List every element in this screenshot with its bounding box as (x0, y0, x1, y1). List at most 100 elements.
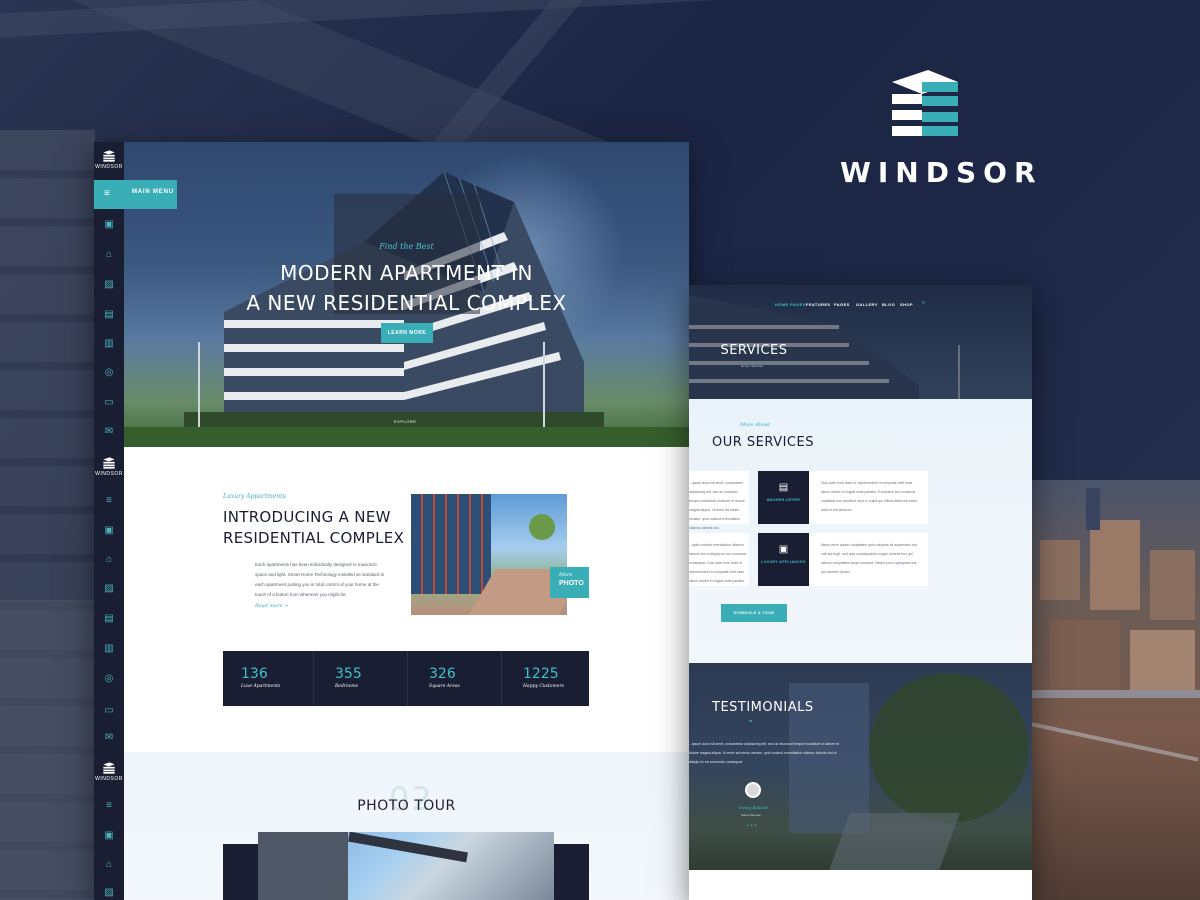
clipboard-icon[interactable]: ▤ (102, 308, 116, 322)
photo-tour-title: PHOTO TOUR (357, 798, 456, 814)
quote-icon: ” (749, 719, 753, 730)
windsor-logo-icon (892, 70, 958, 136)
photo-tour-section: 02 PHOTO TOUR (124, 752, 689, 900)
user-icon[interactable]: ◎ (102, 366, 116, 380)
service-card: ...aptic nostrud exercitation ullamco la… (689, 533, 749, 586)
service-label: LUXURY APPLIANCES (761, 560, 806, 564)
intro-title: INTRODUCING A NEW RESIDENTIAL COMPLEX (223, 507, 404, 549)
brand-name: WINDSOR (840, 156, 1043, 189)
image-icon[interactable]: ▨ (102, 886, 116, 900)
nav-blog[interactable]: BLOG (882, 302, 895, 307)
testimonials-title: TESTIMONIALS (712, 700, 814, 715)
explore-link[interactable]: EXPLORE (394, 419, 416, 424)
breadcrumb: Home / Services (741, 364, 764, 368)
film-icon[interactable]: ▥ (102, 642, 116, 656)
more-photo-button[interactable]: More PHOTO (550, 567, 589, 598)
testimonial-quote: ...ipsum dolor sit amet, consectetur adi… (689, 742, 839, 764)
calendar-icon[interactable]: ▣ (102, 218, 116, 232)
mail-icon[interactable]: ✉ (102, 425, 116, 439)
windsor-logo-icon (103, 457, 115, 469)
sidebar-logo[interactable]: WINDSOR (94, 457, 124, 477)
next-section (689, 870, 1032, 900)
sidebar-logo-text: WINDSOR (95, 776, 123, 782)
stat-label: Luxe Apartments (241, 684, 281, 689)
hamburger-icon[interactable]: ≡ (102, 494, 116, 508)
learn-more-button[interactable]: LEARN MORE (381, 323, 433, 343)
hero-title: MODERN APARTMENT IN A NEW RESIDENTIAL CO… (124, 258, 689, 318)
home-icon[interactable]: ⌂ (102, 553, 116, 567)
sidebar-logo[interactable]: WINDSOR (94, 762, 124, 782)
stat-item: 355 Bedrooms (317, 651, 408, 706)
more-photo-bottom: PHOTO (559, 580, 584, 587)
nav-gallery[interactable]: GALLERY (856, 302, 878, 307)
hamburger-icon[interactable]: ≡ (102, 799, 116, 813)
main-menu-label: MAIN MENU (132, 189, 174, 195)
carousel-dots[interactable]: ••• (747, 823, 758, 829)
mail-icon[interactable]: ✉ (102, 731, 116, 745)
calendar-icon[interactable]: ▣ (102, 829, 116, 843)
id-card-icon[interactable]: ▭ (102, 704, 116, 718)
sidebar: WINDSOR ▣ ⌂ ▨ ▤ ▥ ◎ ▭ ✉ WINDSOR ≡ ▣ ⌂ ▨ … (94, 142, 124, 900)
stat-item: 136 Luxe Apartments (223, 651, 314, 706)
clipboard-icon[interactable]: ▤ (102, 612, 116, 626)
services-title: OUR SERVICES (712, 435, 814, 450)
service-card: ...ipsum dolor sit amet, consectetur adi… (689, 471, 749, 530)
testimonial-role: Sales Manager (741, 813, 762, 817)
windsor-logo-icon (103, 762, 115, 774)
service-label: WASHER-DRYER (766, 498, 801, 502)
intro-paragraph: Each apartments has been individually de… (255, 562, 385, 597)
stat-label: Happy Customers (523, 684, 564, 689)
hero-title-line: A NEW RESIDENTIAL COMPLEX (246, 291, 567, 315)
service-card: Duis aute irure dolor in reprehenderit i… (809, 471, 928, 524)
nav-home-pages[interactable]: HOME PAGES (775, 302, 806, 307)
id-card-icon[interactable]: ▭ (102, 396, 116, 410)
brand-block: WINDSOR (840, 68, 1043, 189)
image-icon[interactable]: ▨ (102, 582, 116, 596)
film-icon[interactable]: ▥ (102, 337, 116, 351)
balcony-rail (1030, 690, 1200, 698)
home-icon[interactable]: ⌂ (102, 248, 116, 262)
nav-pages[interactable]: PAGES (834, 302, 850, 307)
hero-title-line: MODERN APARTMENT IN (280, 261, 533, 285)
service-card: Nemo enim ipsam voluptatem quia voluptas… (809, 533, 928, 586)
sidebar-logo-text: WINDSOR (95, 164, 123, 170)
schedule-tour-button[interactable]: SCHEDULE A TOUR (721, 604, 787, 622)
stats-bar: 136 Luxe Apartments 355 Bedrooms 326 Squ… (223, 651, 589, 706)
windsor-logo-icon (103, 150, 115, 162)
service-card-appliances[interactable]: ▣ LUXURY APPLIANCES (758, 533, 809, 586)
intro-section: Luxury Appartments INTRODUCING A NEW RES… (124, 447, 689, 752)
lawn (124, 427, 689, 447)
calendar-icon[interactable]: ▣ (102, 524, 116, 538)
main-menu-button[interactable]: ≡ MAIN MENU (94, 180, 177, 209)
stat-item: 1225 Happy Customers (505, 651, 596, 706)
sidebar-logo[interactable]: WINDSOR (94, 150, 124, 170)
search-icon[interactable]: ⌕ (922, 300, 925, 307)
terrace-floor (0, 600, 95, 900)
hero-kicker: Find the Best (379, 242, 434, 251)
tour-photo[interactable] (258, 832, 554, 900)
intro-photo (411, 494, 567, 615)
service-text: Duis aute irure dolor in reprehenderit i… (821, 481, 917, 512)
nav-features[interactable]: FEATURES (806, 302, 830, 307)
home-icon[interactable]: ⌂ (102, 858, 116, 872)
stat-label: Bedrooms (335, 684, 358, 689)
stat-label: Square Areas (429, 684, 460, 689)
intro-kicker: Luxury Appartments (223, 493, 286, 500)
stat-item: 326 Square Areas (411, 651, 502, 706)
service-card-washer[interactable]: ▤ WASHER-DRYER (758, 471, 809, 524)
service-text: ...aptic nostrud exercitation ullamco la… (689, 543, 747, 583)
user-icon[interactable]: ◎ (102, 672, 116, 686)
image-icon[interactable]: ▨ (102, 278, 116, 292)
homepage-mockup: WINDSOR ▣ ⌂ ▨ ▤ ▥ ◎ ▭ ✉ WINDSOR ≡ ▣ ⌂ ▨ … (94, 142, 689, 900)
services-kicker: More About (740, 422, 771, 428)
services-header: HOME PAGES FEATURES PAGES GALLERY BLOG S… (689, 285, 1032, 399)
stat-value: 1225 (523, 666, 559, 682)
testimonials-section: TESTIMONIALS ” ...ipsum dolor sit amet, … (689, 663, 1032, 870)
read-more-link[interactable]: Read more → (255, 603, 288, 609)
nav-shop[interactable]: SHOP (900, 302, 913, 307)
more-photo-top: More (559, 572, 573, 578)
intro-title-line: RESIDENTIAL COMPLEX (223, 529, 405, 547)
city-tower (1086, 488, 1100, 530)
washer-icon: ▤ (778, 482, 789, 493)
stat-value: 326 (429, 666, 456, 682)
